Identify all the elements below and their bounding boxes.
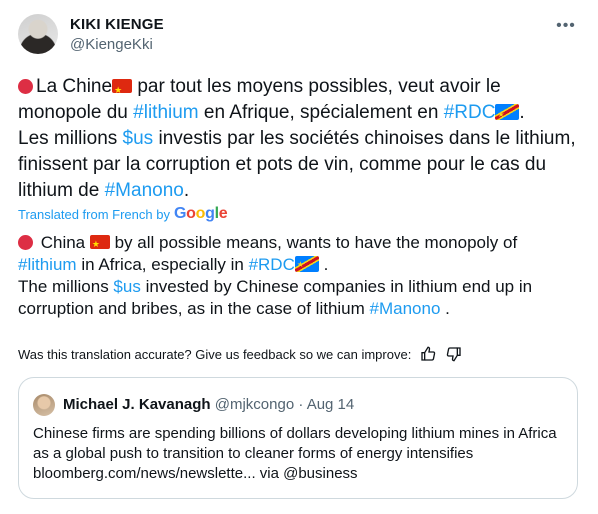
translation-note[interactable]: Translated from French by Google xyxy=(18,205,228,223)
quoted-author-handle[interactable]: @mjkcongo xyxy=(215,396,294,413)
tweet-original-text: La Chine par tout les moyens possibles, … xyxy=(18,74,578,204)
red-circle-icon xyxy=(18,235,33,250)
tweet-header: KIKI KIENGE @KiengeKki ••• xyxy=(18,14,580,58)
drc-flag-icon xyxy=(495,102,520,128)
author-handle[interactable]: @KiengeKki xyxy=(70,36,153,53)
author-name[interactable]: KIKI KIENGE xyxy=(70,16,164,33)
quoted-tweet-text: Chinese firms are spending billions of d… xyxy=(33,425,557,482)
feedback-question: Was this translation accurate? Give us f… xyxy=(18,346,412,362)
hashtag-lithium[interactable]: #lithium xyxy=(133,102,198,123)
hashtag-lithium[interactable]: #lithium xyxy=(18,255,77,274)
tweet-translation-text: China by all possible means, wants to ha… xyxy=(18,232,578,320)
cashtag-us[interactable]: $us xyxy=(123,128,154,149)
quoted-date[interactable]: Aug 14 xyxy=(307,396,355,413)
quoted-tweet-header: Michael J. Kavanagh @mjkcongo · Aug 14 xyxy=(63,396,355,413)
avatar[interactable] xyxy=(33,394,55,416)
avatar[interactable] xyxy=(18,14,58,54)
quoted-author-name[interactable]: Michael J. Kavanagh xyxy=(63,396,211,413)
google-logo: Google xyxy=(173,205,228,222)
hashtag-manono[interactable]: #Manono xyxy=(105,180,184,201)
china-flag-icon xyxy=(112,77,133,103)
cashtag-us[interactable]: $us xyxy=(113,277,140,296)
thumbs-up-icon[interactable] xyxy=(419,345,437,363)
drc-flag-icon xyxy=(294,254,319,276)
hashtag-rdc[interactable]: #RDC xyxy=(444,102,496,123)
hashtag-manono[interactable]: #Manono xyxy=(370,299,441,318)
china-flag-icon xyxy=(89,233,110,255)
thumbs-down-icon[interactable] xyxy=(445,345,463,363)
red-circle-icon xyxy=(18,79,33,94)
translation-feedback: Was this translation accurate? Give us f… xyxy=(18,345,463,363)
more-icon[interactable]: ••• xyxy=(554,14,578,38)
quoted-tweet[interactable]: Michael J. Kavanagh @mjkcongo · Aug 14 C… xyxy=(18,377,578,499)
hashtag-rdc[interactable]: #RDC xyxy=(249,255,295,274)
